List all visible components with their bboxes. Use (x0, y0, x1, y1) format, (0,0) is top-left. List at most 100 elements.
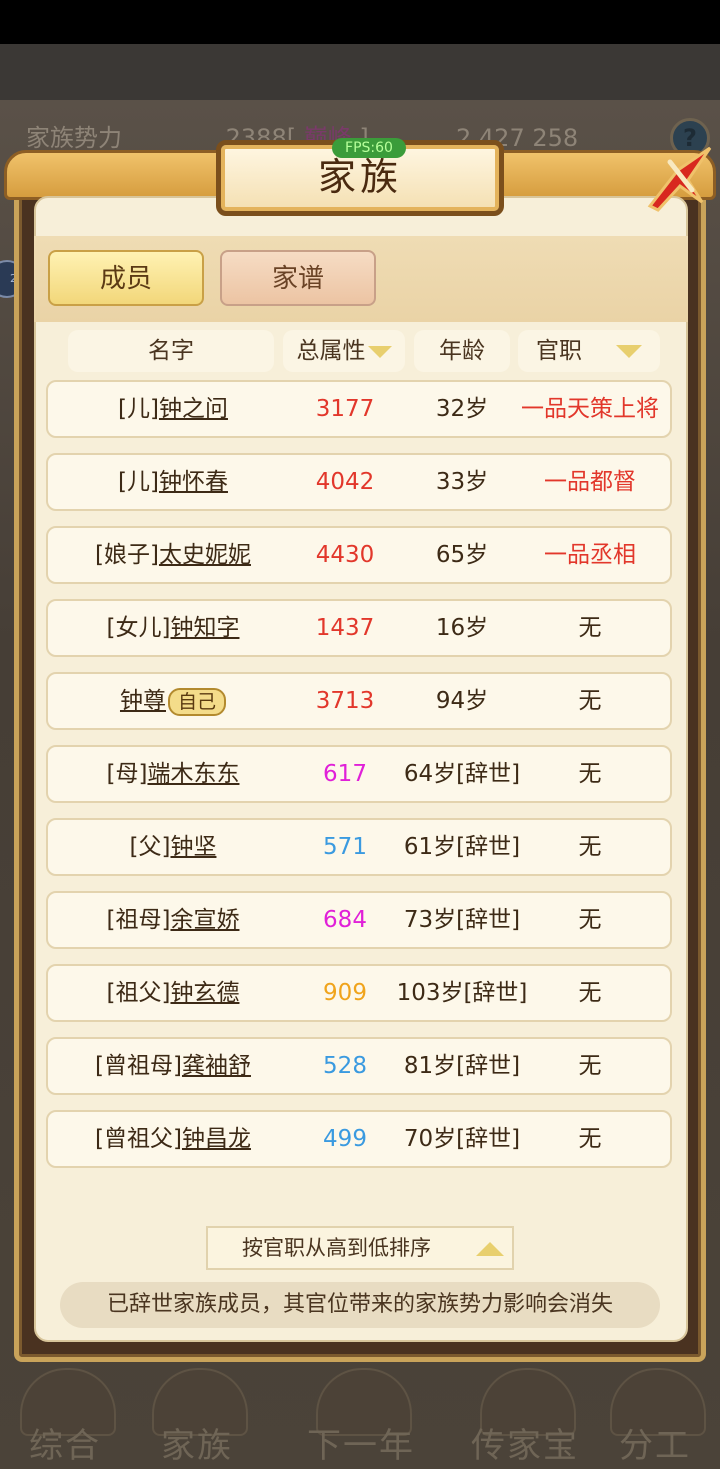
member-office-value: 无 (578, 907, 602, 933)
member-row[interactable]: [父]钟坚 571 61岁[辞世] 无 (46, 818, 672, 876)
bottom-navigation: 综合 家族 下一年 传家宝 分工 (0, 1362, 720, 1469)
member-age-value: 73岁[辞世] (403, 907, 521, 933)
member-attr-value: 1437 (315, 615, 375, 641)
member-age-value: 94岁 (435, 688, 489, 714)
header-name-label: 名字 (148, 338, 194, 364)
close-icon[interactable] (640, 140, 716, 216)
member-name-link[interactable]: 钟坚 (170, 834, 216, 860)
column-header-name: 名字 (68, 330, 274, 372)
member-row[interactable]: [娘子]太史妮妮 4430 65岁 一品丞相 (46, 526, 672, 584)
member-office-value: 无 (578, 834, 602, 860)
relation-prefix: [儿] (118, 396, 159, 422)
nav-general[interactable]: 综合 (0, 1362, 130, 1469)
sort-button-label: 按官职从高到低排序 (242, 1236, 431, 1260)
nav-family[interactable]: 家族 (132, 1362, 262, 1469)
member-office-value: 一品天策上将 (521, 396, 659, 422)
header-office-label: 官职 (536, 338, 582, 364)
member-age-value: 64岁[辞世] (403, 761, 521, 787)
member-age-value: 33岁 (435, 469, 489, 495)
relation-prefix: [祖母] (106, 907, 171, 933)
member-name-link[interactable]: 钟怀春 (159, 469, 228, 495)
header-attr-label: 总属性 (296, 338, 366, 364)
member-office-value: 无 (578, 688, 602, 714)
nav-next-year[interactable]: 下一年 (296, 1362, 426, 1469)
relation-prefix: [曾祖父] (95, 1126, 182, 1152)
member-name-link[interactable]: 余宣娇 (170, 907, 239, 933)
tab-members[interactable]: 成员 (48, 250, 204, 306)
member-age-value: 32岁 (435, 396, 489, 422)
member-office-value: 一品丞相 (544, 542, 636, 568)
sort-up-icon (476, 1242, 504, 1256)
member-row[interactable]: [女儿]钟知字 1437 16岁 无 (46, 599, 672, 657)
member-attr-value: 909 (323, 980, 367, 1006)
member-name-cell: [父]钟坚 (48, 820, 298, 874)
self-badge: 自己 (167, 687, 226, 716)
member-name-link[interactable]: 钟尊 (120, 688, 166, 714)
member-office-value: 一品都督 (544, 469, 636, 495)
member-name-link[interactable]: 钟玄德 (170, 980, 239, 1006)
nav-label: 综合 (29, 1426, 101, 1466)
member-name-link[interactable]: 钟之问 (159, 396, 228, 422)
member-attr-value: 3713 (315, 688, 375, 714)
relation-prefix: [母] (106, 761, 148, 787)
member-row[interactable]: [曾祖父]钟昌龙 499 70岁[辞世] 无 (46, 1110, 672, 1168)
deceased-notice: 已辞世家族成员，其官位带来的家族势力影响会消失 (60, 1282, 660, 1328)
nav-label: 家族 (161, 1426, 233, 1466)
fps-counter: FPS:60 (332, 138, 406, 158)
member-age-value: 103岁[辞世] (396, 980, 528, 1006)
sort-down-icon (616, 345, 642, 358)
member-row[interactable]: [母]端木东东 617 64岁[辞世] 无 (46, 745, 672, 803)
member-row[interactable]: 钟尊 自己 3713 94岁 无 (46, 672, 672, 730)
status-bar (0, 0, 720, 44)
nav-division[interactable]: 分工 (590, 1362, 720, 1469)
column-header-office[interactable]: 官职 (518, 330, 660, 372)
member-office-value: 无 (578, 980, 602, 1006)
member-name-link[interactable]: 钟知字 (170, 615, 239, 641)
member-age-value: 16岁 (435, 615, 489, 641)
relation-prefix: [祖父] (106, 980, 171, 1006)
member-name-cell: [曾祖父]钟昌龙 (48, 1112, 298, 1166)
header-age-label: 年龄 (439, 338, 485, 364)
relation-prefix: [曾祖母] (95, 1053, 182, 1079)
tab-genealogy[interactable]: 家谱 (220, 250, 376, 306)
member-name-link[interactable]: 龚袖舒 (182, 1053, 251, 1079)
member-name-link[interactable]: 端木东东 (147, 761, 239, 787)
relation-prefix: [娘子] (95, 542, 159, 568)
member-office-value: 无 (578, 615, 602, 641)
member-row[interactable]: [曾祖母]龚袖舒 528 81岁[辞世] 无 (46, 1037, 672, 1095)
member-name-cell: [祖母]余宣娇 (48, 893, 298, 947)
nav-label: 分工 (619, 1426, 691, 1466)
nav-label: 下一年 (307, 1426, 415, 1466)
member-name-cell: [女儿]钟知字 (48, 601, 298, 655)
family-power-label: 家族势力 (26, 124, 122, 152)
column-header-age: 年龄 (414, 330, 510, 372)
member-office-value: 无 (578, 761, 602, 787)
nav-label: 传家宝 (471, 1426, 579, 1466)
member-age-value: 81岁[辞世] (403, 1053, 521, 1079)
member-row[interactable]: [祖母]余宣娇 684 73岁[辞世] 无 (46, 891, 672, 949)
member-attr-value: 684 (323, 907, 367, 933)
member-name-cell: [儿]钟怀春 (48, 455, 298, 509)
member-name-cell: [曾祖母]龚袖舒 (48, 1039, 298, 1093)
relation-prefix: [父] (129, 834, 171, 860)
member-name-link[interactable]: 太史妮妮 (159, 542, 251, 568)
member-name-cell: [母]端木东东 (48, 747, 298, 801)
member-row[interactable]: [儿]钟怀春 4042 33岁 一品都督 (46, 453, 672, 511)
member-row[interactable]: [儿]钟之问 3177 32岁 一品天策上将 (46, 380, 672, 438)
member-age-value: 65岁 (435, 542, 489, 568)
column-header-attr[interactable]: 总属性 (283, 330, 405, 372)
member-attr-value: 499 (323, 1126, 367, 1152)
member-attr-value: 571 (323, 834, 367, 860)
member-name-cell: [娘子]太史妮妮 (48, 528, 298, 582)
member-row[interactable]: [祖父]钟玄德 909 103岁[辞世] 无 (46, 964, 672, 1022)
nav-heirloom[interactable]: 传家宝 (460, 1362, 590, 1469)
member-name-link[interactable]: 钟昌龙 (182, 1126, 251, 1152)
member-attr-value: 4430 (315, 542, 375, 568)
sort-by-office-button[interactable]: 按官职从高到低排序 (206, 1226, 514, 1270)
relation-prefix: [女儿] (106, 615, 171, 641)
member-age-value: 61岁[辞世] (403, 834, 521, 860)
member-name-cell: 钟尊 自己 (48, 674, 298, 728)
member-age-value: 70岁[辞世] (403, 1126, 521, 1152)
hud-background (0, 44, 720, 100)
member-name-cell: [儿]钟之问 (48, 382, 298, 436)
